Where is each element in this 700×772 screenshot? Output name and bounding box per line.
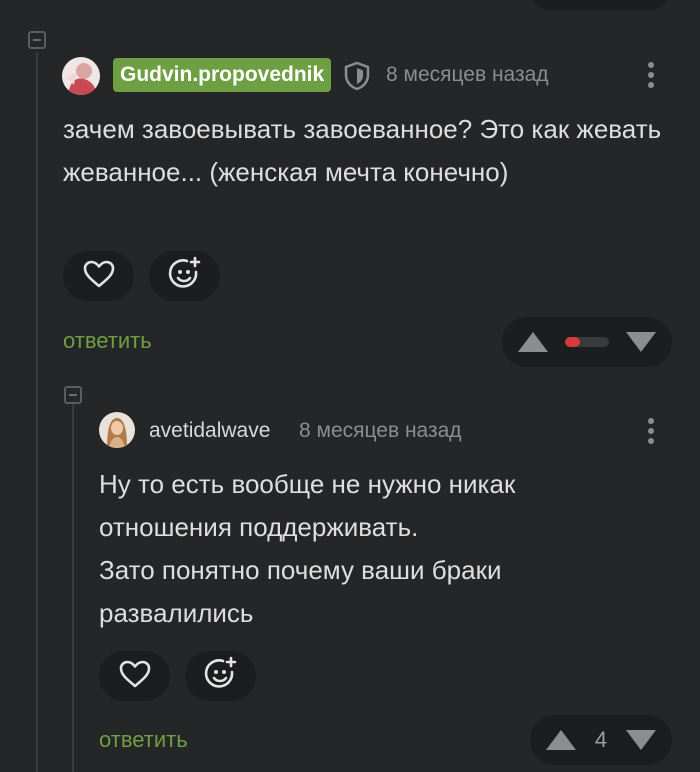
comment-text: зачем завоевывать завоеванное? Это как ж… [63,114,662,187]
more-options-icon[interactable] [646,418,656,448]
timestamp: 8 месяцев назад [299,419,462,442]
rating-widget [502,317,672,367]
reply-link[interactable]: ответить [99,727,188,753]
heart-icon [82,259,116,294]
comment-text-line: развалились [99,598,254,628]
downvote-button[interactable] [626,332,656,352]
add-reaction-button[interactable] [185,651,256,701]
comment-text-line: Зато понятно почему ваши браки [99,555,502,585]
like-button[interactable] [99,651,170,701]
avatar[interactable] [62,57,100,95]
rating-bar [565,337,609,347]
smiley-plus-icon [166,255,204,298]
thread-line-reply [72,404,74,772]
timestamp: 8 месяцев назад [386,63,549,86]
downvote-button[interactable] [626,730,656,750]
previous-comment-rating-pill [530,0,670,10]
author-name[interactable]: avetidalwave [149,419,270,443]
comment-text-line: Ну то есть вообще не нужно никак [99,469,516,499]
shield-icon [343,61,371,96]
like-button[interactable] [63,251,134,301]
add-reaction-button[interactable] [149,251,220,301]
more-options-icon[interactable] [646,62,656,92]
heart-icon [118,659,152,694]
author-name[interactable]: Gudvin.propovednik [113,58,332,92]
thread-line-root [36,52,38,772]
collapse-thread-button[interactable] [28,31,46,49]
collapse-thread-button[interactable] [64,386,82,404]
smiley-plus-icon [202,655,240,698]
upvote-button[interactable] [546,730,576,750]
rating-bar-negative [565,337,581,347]
avatar[interactable] [99,412,135,448]
comment-text: Ну то есть вообще не нужно никак отношен… [99,463,659,635]
comment-text-line: отношения поддерживать. [99,512,419,542]
rating-widget: 4 [530,715,672,765]
rating-count: 4 [594,727,608,752]
upvote-button[interactable] [518,332,548,352]
reply-link[interactable]: ответить [63,328,152,354]
